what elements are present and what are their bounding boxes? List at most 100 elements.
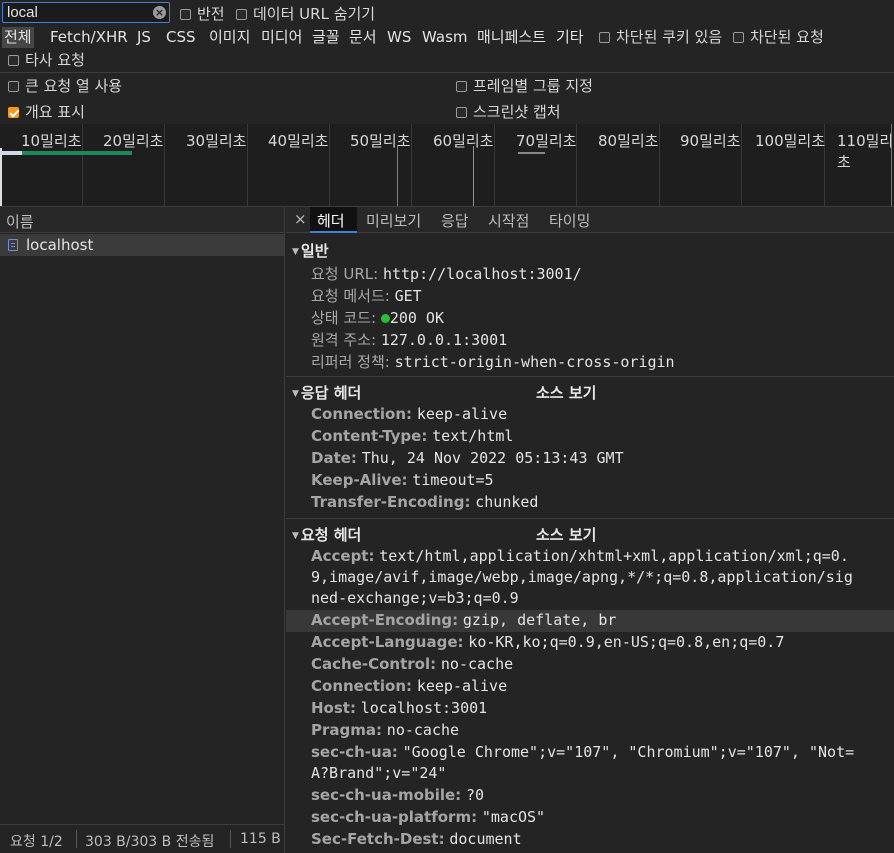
big-rows-checkbox[interactable]: 큰 요청 열 사용 xyxy=(8,75,122,96)
general-row: 원격 주소: 127.0.0.1:3001 xyxy=(311,331,508,349)
request-headers-toggle[interactable]: ▼ 요청 헤더 xyxy=(292,524,361,545)
header-row: Keep-Alive: timeout=5 xyxy=(311,471,494,489)
resources-size: 115 B xyxy=(240,831,281,847)
request-headers-title: 요청 헤더 xyxy=(300,526,362,544)
type-fetch-xhr[interactable]: Fetch/XHR xyxy=(50,27,128,48)
grid-line xyxy=(741,124,742,206)
document-icon xyxy=(8,239,18,251)
type-js[interactable]: JS xyxy=(137,27,151,48)
header-row: Connection: keep-alive xyxy=(311,405,508,423)
header-row: sec-ch-ua: "Google Chrome";v="107", "Chr… xyxy=(311,743,855,761)
header-row: Pragma: no-cache xyxy=(311,721,460,739)
header-row-continued: 9,image/avif,image/webp,image/apng,*/*;q… xyxy=(311,568,853,586)
blocked-requests-label: 차단된 요청 xyxy=(750,28,824,46)
status-dot-icon xyxy=(380,314,390,323)
name-column-header[interactable]: 이름 xyxy=(0,207,284,233)
general-row: 상태 코드: 200 OK xyxy=(311,309,444,327)
type-css[interactable]: CSS xyxy=(166,27,196,48)
filter-toolbar: × 반전 데이터 URL 숨기기 xyxy=(0,0,894,24)
checkbox-icon[interactable] xyxy=(8,55,19,66)
checkbox-icon[interactable] xyxy=(599,32,610,43)
type-ws[interactable]: WS xyxy=(387,27,411,48)
header-row: Accept: text/html,application/xhtml+xml,… xyxy=(311,547,849,565)
checkbox-icon[interactable] xyxy=(180,9,191,20)
tab-headers[interactable]: 헤더 xyxy=(317,210,345,231)
tab-timing[interactable]: 타이밍 xyxy=(549,210,590,231)
checkbox-icon[interactable] xyxy=(236,9,247,20)
name-column-label: 이름 xyxy=(6,213,34,231)
invert-label: 반전 xyxy=(197,5,225,23)
request-name: localhost xyxy=(26,236,94,254)
header-row: sec-ch-ua-platform: "macOS" xyxy=(311,808,546,826)
screenshots-label: 스크린샷 캡처 xyxy=(473,103,561,121)
header-row: Transfer-Encoding: chunked xyxy=(311,493,539,511)
status-bar: 요청 1/2 303 B/303 B 전송됨 115 B xyxy=(0,824,284,853)
tab-initiator[interactable]: 시작점 xyxy=(488,210,529,231)
group-by-frame-label: 프레임별 그룹 지정 xyxy=(473,77,593,95)
screenshots-checkbox[interactable]: 스크린샷 캡처 xyxy=(456,101,561,122)
tick-label: 10밀리초 xyxy=(21,132,82,150)
overview-checkbox[interactable]: 개요 표시 xyxy=(8,101,85,122)
hide-data-url-label: 데이터 URL 숨기기 xyxy=(253,5,376,23)
tick-label: 20밀리초 xyxy=(103,132,164,150)
load-event-line xyxy=(473,146,474,206)
blocked-requests-checkbox[interactable]: 차단된 요청 xyxy=(733,26,824,47)
timeline-overview[interactable]: 10밀리초 20밀리초 30밀리초 40밀리초 50밀리초 60밀리초 70밀리… xyxy=(0,124,894,206)
divider xyxy=(286,376,894,377)
checkbox-icon[interactable] xyxy=(456,81,467,92)
divider xyxy=(286,518,894,519)
filter-input[interactable] xyxy=(7,3,147,22)
type-wasm[interactable]: Wasm xyxy=(422,27,468,48)
general-row: 리퍼러 정책: strict-origin-when-cross-origin xyxy=(311,353,675,371)
waterfall-wait-bar xyxy=(0,151,22,155)
dom-content-loaded-line xyxy=(397,146,398,206)
checkbox-icon[interactable] xyxy=(733,32,744,43)
general-row: 요청 메서드: GET xyxy=(311,287,422,305)
checkbox-icon[interactable] xyxy=(8,81,19,92)
tick-label: 100밀리초 xyxy=(755,132,826,150)
tab-preview[interactable]: 미리보기 xyxy=(366,210,421,231)
grid-line xyxy=(494,124,495,206)
view-source-button[interactable]: 소스 보기 xyxy=(536,382,596,403)
window-handle-left[interactable] xyxy=(0,148,2,206)
close-icon[interactable]: × xyxy=(294,210,307,228)
request-count: 요청 1/2 xyxy=(10,834,63,850)
checkbox-icon[interactable] xyxy=(456,107,467,118)
header-row: Host: localhost:3001 xyxy=(311,699,488,717)
type-other[interactable]: 기타 xyxy=(556,27,584,48)
response-headers-toggle[interactable]: ▼ 응답 헤더 xyxy=(292,382,361,403)
filter-box: × xyxy=(2,2,170,23)
details-tabs: × 헤더 미리보기 응답 시작점 타이밍 xyxy=(286,207,894,233)
type-all[interactable]: 전체 xyxy=(2,27,34,48)
collapse-triangle-icon: ▼ xyxy=(292,389,299,399)
invert-checkbox[interactable]: 반전 xyxy=(180,3,225,24)
divider xyxy=(76,830,77,848)
tab-response[interactable]: 응답 xyxy=(441,210,469,231)
general-section-toggle[interactable]: ▼ 일반 xyxy=(292,240,329,261)
hide-data-url-checkbox[interactable]: 데이터 URL 숨기기 xyxy=(236,3,375,24)
type-manifest[interactable]: 매니페스트 xyxy=(477,27,546,48)
window-handle-right[interactable] xyxy=(891,124,892,206)
grid-line xyxy=(247,124,248,206)
header-row-continued: A?Brand";v="24" xyxy=(311,764,447,782)
type-media[interactable]: 미디어 xyxy=(261,27,302,48)
header-row: Accept-Encoding: gzip, deflate, br xyxy=(311,611,617,629)
group-by-frame-checkbox[interactable]: 프레임별 그룹 지정 xyxy=(456,75,593,96)
type-doc[interactable]: 문서 xyxy=(349,27,377,48)
divider xyxy=(230,830,231,848)
resource-type-filter: 전체 Fetch/XHR JS CSS 이미지 미디어 글꼴 문서 WS Was… xyxy=(0,25,894,49)
type-font[interactable]: 글꼴 xyxy=(312,27,340,48)
third-party-row: 타사 요청 xyxy=(0,48,894,70)
list-item[interactable]: localhost xyxy=(0,234,284,256)
checkbox-checked-icon[interactable] xyxy=(8,107,19,118)
header-row: Date: Thu, 24 Nov 2022 05:13:43 GMT xyxy=(311,449,624,467)
clear-icon[interactable]: × xyxy=(153,6,166,19)
request-details: × 헤더 미리보기 응답 시작점 타이밍 ▼ 일반 요청 URL: http://… xyxy=(286,207,894,853)
third-party-checkbox[interactable]: 타사 요청 xyxy=(8,49,85,70)
type-image[interactable]: 이미지 xyxy=(209,27,250,48)
view-source-button[interactable]: 소스 보기 xyxy=(536,524,596,545)
blocked-cookies-checkbox[interactable]: 차단된 쿠키 있음 xyxy=(599,26,722,47)
general-row: 요청 URL: http://localhost:3001/ xyxy=(311,265,582,283)
big-rows-label: 큰 요청 열 사용 xyxy=(25,77,123,95)
request-list: 이름 localhost 요청 1/2 303 B/303 B 전송됨 115 … xyxy=(0,207,285,853)
